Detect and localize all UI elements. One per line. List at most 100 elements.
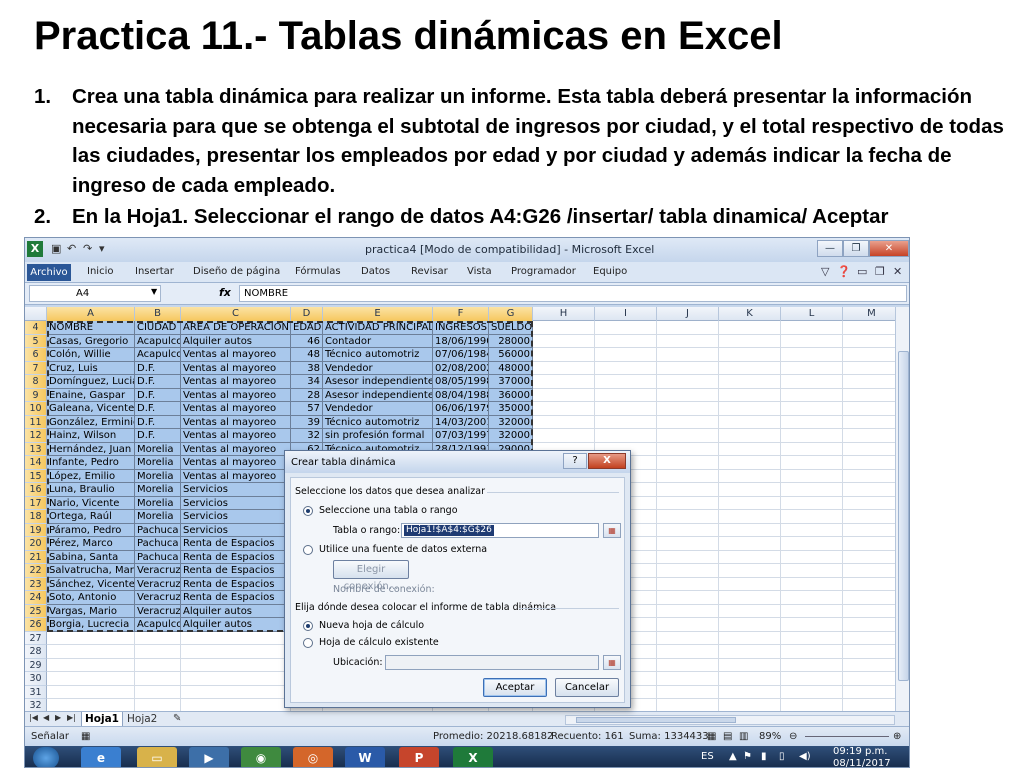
cell[interactable]: 57: [291, 402, 323, 416]
cell[interactable]: [781, 577, 843, 591]
tab-datos[interactable]: Datos: [361, 266, 390, 277]
cell[interactable]: [719, 658, 781, 672]
cell[interactable]: 32000: [489, 429, 533, 443]
cell[interactable]: [657, 631, 719, 645]
cell[interactable]: [533, 402, 595, 416]
cell[interactable]: Ventas al mayoreo: [181, 415, 291, 429]
clock-time[interactable]: 09:19 p.m.: [833, 746, 887, 757]
cell[interactable]: [781, 645, 843, 659]
cell[interactable]: [843, 470, 895, 483]
cell[interactable]: [657, 469, 719, 483]
cell[interactable]: sin profesión formal: [323, 429, 433, 443]
cell[interactable]: Alquiler autos: [181, 618, 291, 632]
cell[interactable]: Sabina, Santa: [47, 550, 135, 564]
language-indicator[interactable]: ES: [701, 751, 714, 762]
cell[interactable]: Domínguez, Lucia: [47, 375, 135, 389]
cell[interactable]: [181, 645, 291, 659]
choose-connection-button[interactable]: Elegir conexión...: [333, 560, 409, 592]
zoom-out-icon[interactable]: ⊖: [789, 731, 797, 742]
cell[interactable]: 18/06/1990: [433, 334, 489, 348]
column-header[interactable]: A: [47, 307, 135, 321]
redo-icon[interactable]: ↷: [83, 242, 92, 255]
cell[interactable]: Renta de Espacios: [181, 564, 291, 578]
save-icon[interactable]: ▣: [51, 242, 61, 255]
cell[interactable]: D.F.: [135, 361, 181, 375]
first-sheet-icon[interactable]: |◀: [29, 713, 38, 722]
cell[interactable]: Salvatrucha, Mara: [47, 564, 135, 578]
cell[interactable]: Acapulco: [135, 348, 181, 362]
row-header[interactable]: 30: [25, 672, 47, 686]
cell[interactable]: [181, 631, 291, 645]
cell[interactable]: [657, 658, 719, 672]
start-button-icon[interactable]: [33, 747, 59, 767]
cell[interactable]: [781, 483, 843, 497]
cell[interactable]: Alquiler autos: [181, 334, 291, 348]
cell[interactable]: [781, 537, 843, 551]
cell[interactable]: [135, 658, 181, 672]
cell[interactable]: [533, 429, 595, 443]
radio-existing-sheet-label[interactable]: Hoja de cálculo existente: [319, 637, 439, 648]
cell[interactable]: [657, 415, 719, 429]
word-icon[interactable]: W: [345, 747, 385, 767]
row-header[interactable]: 29: [25, 658, 47, 672]
cell[interactable]: Ventas al mayoreo: [181, 442, 291, 456]
cell[interactable]: González, Erminio: [47, 415, 135, 429]
cell[interactable]: D.F.: [135, 429, 181, 443]
cell[interactable]: 07/06/1984: [433, 348, 489, 362]
maximize-button[interactable]: ❐: [843, 240, 869, 257]
cell[interactable]: [843, 443, 895, 456]
flag-icon[interactable]: ⚑: [743, 751, 752, 762]
cell[interactable]: D.F.: [135, 388, 181, 402]
cell[interactable]: Ventas al mayoreo: [181, 456, 291, 470]
cell[interactable]: Colón, Willie: [47, 348, 135, 362]
cell[interactable]: Veracruz: [135, 604, 181, 618]
cell[interactable]: [657, 348, 719, 362]
cell[interactable]: [843, 348, 895, 362]
cell[interactable]: [595, 361, 657, 375]
row-header[interactable]: 25: [25, 604, 47, 618]
workbook-close-icon[interactable]: ✕: [893, 265, 902, 278]
cell[interactable]: Luna, Braulio: [47, 483, 135, 497]
tab-equipo[interactable]: Equipo: [593, 266, 627, 277]
cell[interactable]: [719, 577, 781, 591]
cell[interactable]: 39: [291, 415, 323, 429]
zoom-level[interactable]: 89%: [759, 731, 781, 742]
cell[interactable]: [657, 564, 719, 578]
cell[interactable]: [719, 618, 781, 632]
cell[interactable]: [657, 523, 719, 537]
cell[interactable]: [781, 550, 843, 564]
cell[interactable]: [719, 699, 781, 711]
cell[interactable]: [781, 348, 843, 362]
cell[interactable]: [533, 334, 595, 348]
cell[interactable]: Renta de Espacios: [181, 537, 291, 551]
cell[interactable]: Asesor independiente: [323, 375, 433, 389]
cell[interactable]: Contador: [323, 334, 433, 348]
cell[interactable]: [781, 591, 843, 605]
cell[interactable]: [657, 618, 719, 632]
row-header[interactable]: 16: [25, 483, 47, 497]
internet-explorer-icon[interactable]: e: [81, 747, 121, 767]
cell[interactable]: D.F.: [135, 402, 181, 416]
cell[interactable]: [719, 429, 781, 443]
cell[interactable]: [595, 388, 657, 402]
row-header[interactable]: 8: [25, 375, 47, 389]
powerpoint-icon[interactable]: P: [399, 747, 439, 767]
new-sheet-icon[interactable]: ✎: [173, 713, 181, 724]
radio-external-source-label[interactable]: Utilice una fuente de datos externa: [319, 544, 487, 555]
cell[interactable]: [781, 672, 843, 686]
dialog-help-button[interactable]: ?: [563, 453, 587, 469]
cell[interactable]: Morelia: [135, 483, 181, 497]
cell[interactable]: [719, 375, 781, 389]
page-break-icon[interactable]: ▥: [739, 731, 748, 742]
name-box[interactable]: A4: [29, 285, 161, 302]
cell[interactable]: [47, 685, 135, 699]
row-header[interactable]: 12: [25, 429, 47, 443]
cell[interactable]: Morelia: [135, 496, 181, 510]
row-header[interactable]: 28: [25, 645, 47, 659]
cell[interactable]: [135, 631, 181, 645]
cell[interactable]: [843, 456, 895, 470]
cell[interactable]: [781, 618, 843, 632]
cell[interactable]: [657, 699, 719, 711]
cell[interactable]: 56000: [489, 348, 533, 362]
cell[interactable]: Casas, Gregorio: [47, 334, 135, 348]
